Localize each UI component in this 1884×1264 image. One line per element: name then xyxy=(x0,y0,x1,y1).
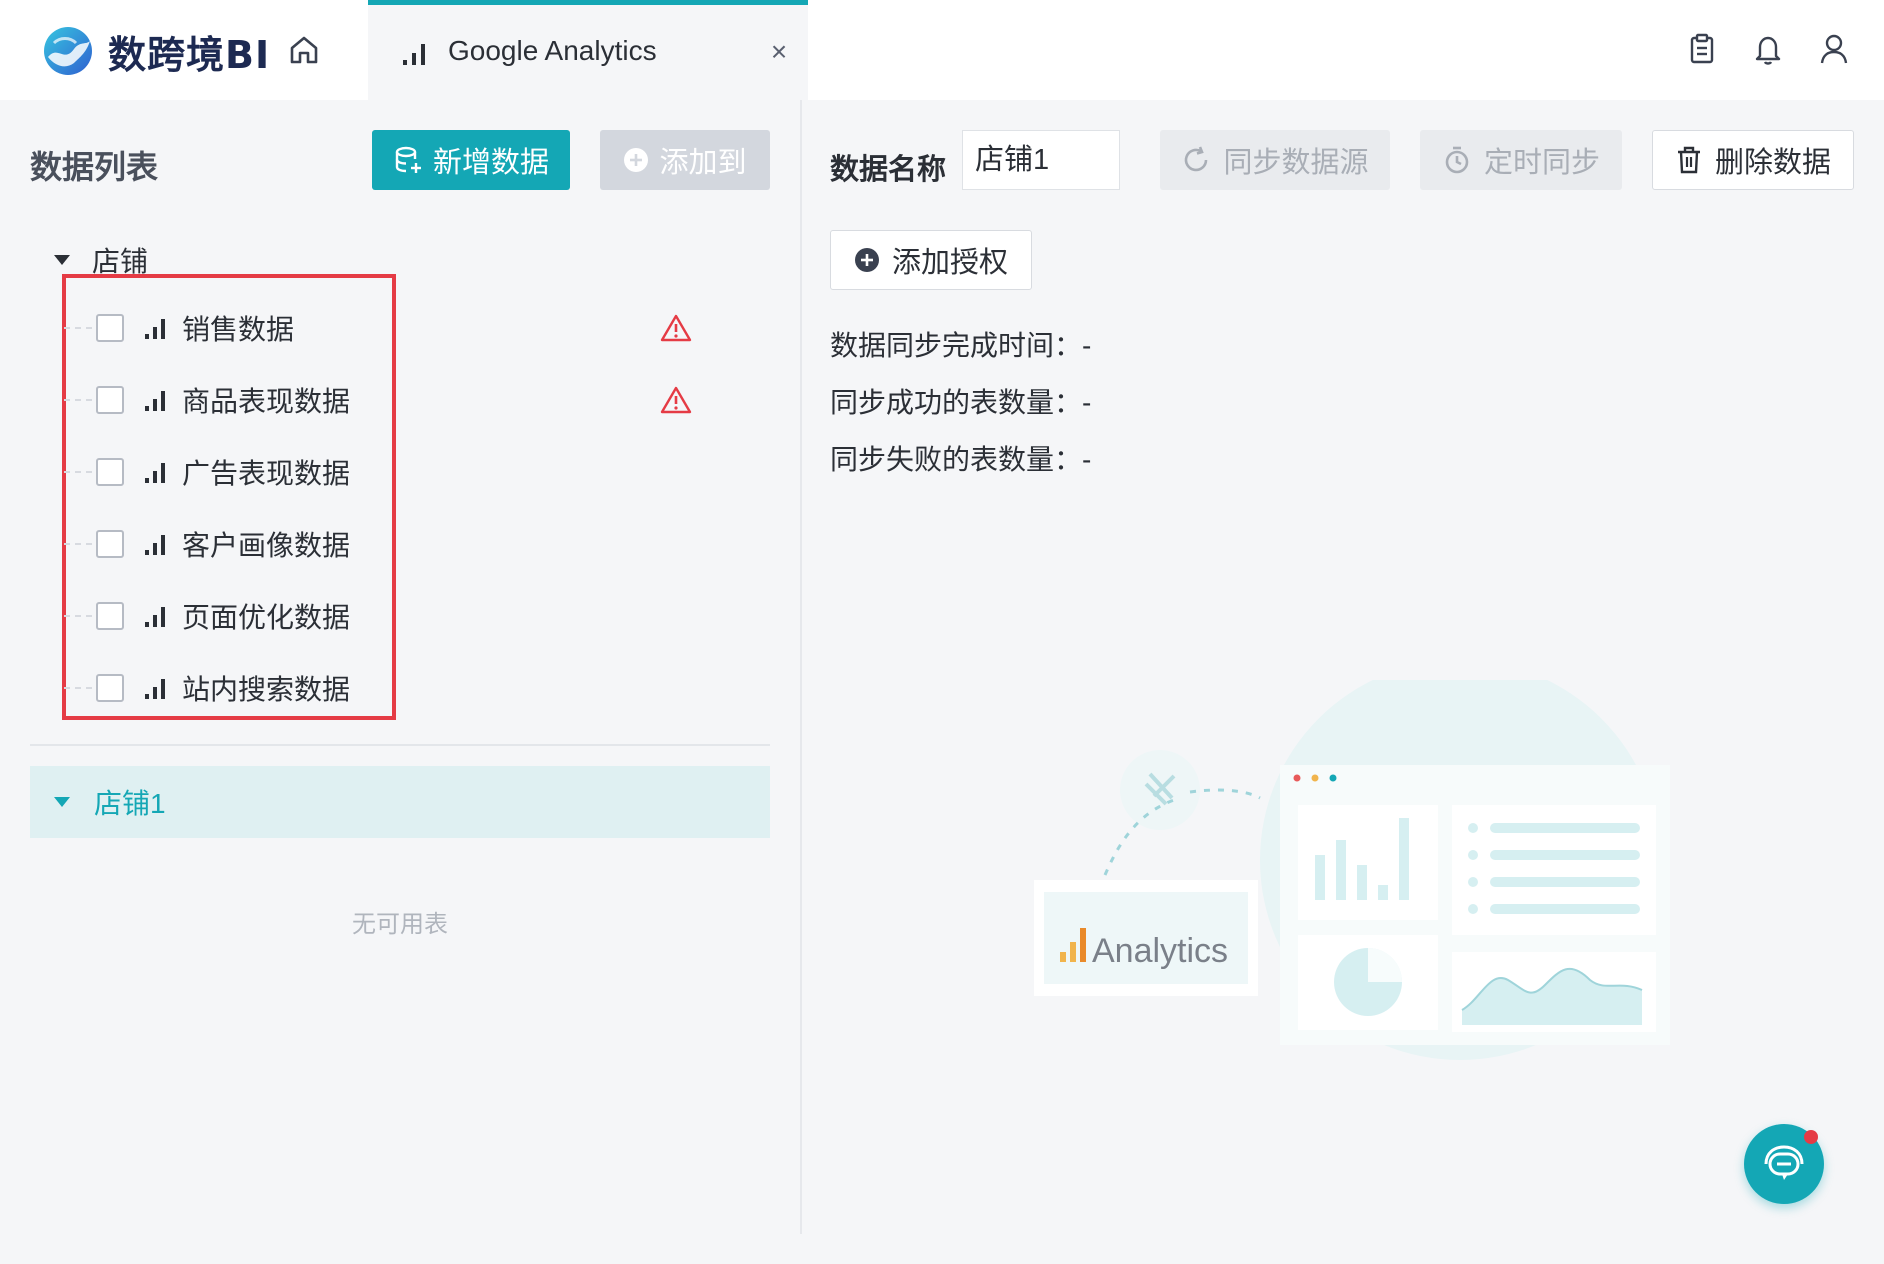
tab-google-analytics[interactable]: Google Analytics × xyxy=(368,0,808,100)
logo-text: 数跨境BI xyxy=(108,32,271,77)
item-label: 页面优化数据 xyxy=(182,602,351,633)
tree-connector xyxy=(64,471,92,473)
sync-complete-time: 数据同步完成时间：- xyxy=(830,330,1092,361)
refresh-icon xyxy=(1185,146,1208,172)
item-checkbox[interactable] xyxy=(96,530,124,558)
tree-item[interactable]: 客户画像数据 xyxy=(64,514,764,574)
logo-icon xyxy=(44,27,92,75)
caret-down-icon[interactable] xyxy=(54,797,70,807)
tree-item[interactable]: 站内搜索数据 xyxy=(64,658,764,718)
scheduled-sync-button[interactable]: 定时同步 xyxy=(1420,130,1622,190)
home-icon[interactable] xyxy=(286,32,322,68)
bar-chart-icon xyxy=(145,319,165,339)
item-label: 站内搜索数据 xyxy=(182,674,351,705)
delete-data-label: 删除数据 xyxy=(1714,147,1831,179)
bar-chart-icon xyxy=(145,463,165,483)
tree-connector xyxy=(64,543,92,545)
item-checkbox[interactable] xyxy=(96,386,124,414)
warning-icon[interactable] xyxy=(660,385,692,415)
tree-connector xyxy=(64,615,92,617)
item-label: 商品表现数据 xyxy=(182,386,351,417)
tree-item[interactable]: 商品表现数据 xyxy=(64,370,764,430)
tree-item[interactable]: 页面优化数据 xyxy=(64,586,764,646)
new-data-button[interactable]: 新增数据 xyxy=(372,130,570,190)
tree-item[interactable]: 销售数据 xyxy=(64,298,764,358)
bell-icon[interactable] xyxy=(1752,32,1784,66)
empty-table-text: 无可用表 xyxy=(352,911,448,938)
add-to-button[interactable]: 添加到 xyxy=(600,130,770,190)
divider xyxy=(30,744,770,746)
delete-data-button[interactable]: 删除数据 xyxy=(1652,130,1854,190)
bar-chart-icon xyxy=(145,391,165,411)
new-data-label: 新增数据 xyxy=(432,147,549,179)
data-name-label: 数据名称 xyxy=(830,154,947,186)
bar-chart-icon xyxy=(145,535,165,555)
tree-connector xyxy=(64,327,92,329)
customer-service-button[interactable] xyxy=(1744,1124,1824,1204)
tab-label: Google Analytics xyxy=(448,35,657,66)
analytics-text: Analytics xyxy=(1092,932,1228,970)
close-icon[interactable]: × xyxy=(764,37,794,67)
notification-dot xyxy=(1804,1130,1818,1144)
sync-success-count: 同步成功的表数量：- xyxy=(830,387,1092,418)
item-label: 广告表现数据 xyxy=(182,458,351,489)
tree-item[interactable]: 广告表现数据 xyxy=(64,442,764,502)
add-authorization-label: 添加授权 xyxy=(891,247,1008,279)
bar-chart-icon xyxy=(145,607,165,627)
plus-circle-icon xyxy=(854,248,879,272)
top-header: 数跨境BI Google Analytics × xyxy=(0,0,1884,100)
data-list-title: 数据列表 xyxy=(30,149,159,185)
scheduled-sync-label: 定时同步 xyxy=(1483,147,1600,179)
sync-source-label: 同步数据源 xyxy=(1223,147,1369,179)
header-icon-group xyxy=(1686,32,1850,66)
bar-chart-icon xyxy=(145,679,165,699)
item-checkbox[interactable] xyxy=(96,674,124,702)
warning-icon[interactable] xyxy=(660,313,692,343)
plus-circle-icon xyxy=(624,148,649,172)
user-icon[interactable] xyxy=(1818,32,1850,66)
database-add-icon xyxy=(395,146,421,173)
timer-icon xyxy=(1445,146,1469,174)
item-label: 客户画像数据 xyxy=(182,530,351,561)
trash-icon xyxy=(1677,146,1700,174)
tree-connector xyxy=(64,399,92,401)
add-to-label: 添加到 xyxy=(659,147,747,179)
clipboard-icon[interactable] xyxy=(1686,32,1718,66)
empty-state-illustration: Analytics xyxy=(1034,680,1670,1060)
sync-source-button[interactable]: 同步数据源 xyxy=(1160,130,1390,190)
caret-down-icon[interactable] xyxy=(54,255,70,265)
item-checkbox[interactable] xyxy=(96,602,124,630)
panel-separator xyxy=(800,100,802,1234)
item-label: 销售数据 xyxy=(182,314,295,345)
item-checkbox[interactable] xyxy=(96,314,124,342)
bar-chart-icon xyxy=(403,44,425,65)
sync-fail-count: 同步失败的表数量：- xyxy=(830,444,1092,475)
store1-label: 店铺1 xyxy=(94,788,166,819)
data-name-input[interactable]: 店铺1 xyxy=(962,130,1120,190)
add-authorization-button[interactable]: 添加授权 xyxy=(830,230,1032,290)
item-checkbox[interactable] xyxy=(96,458,124,486)
store1-group[interactable]: 店铺1 xyxy=(30,766,770,838)
app-logo[interactable]: 数跨境BI xyxy=(40,22,270,80)
tree-connector xyxy=(64,687,92,689)
chat-support-icon xyxy=(1764,1145,1804,1180)
